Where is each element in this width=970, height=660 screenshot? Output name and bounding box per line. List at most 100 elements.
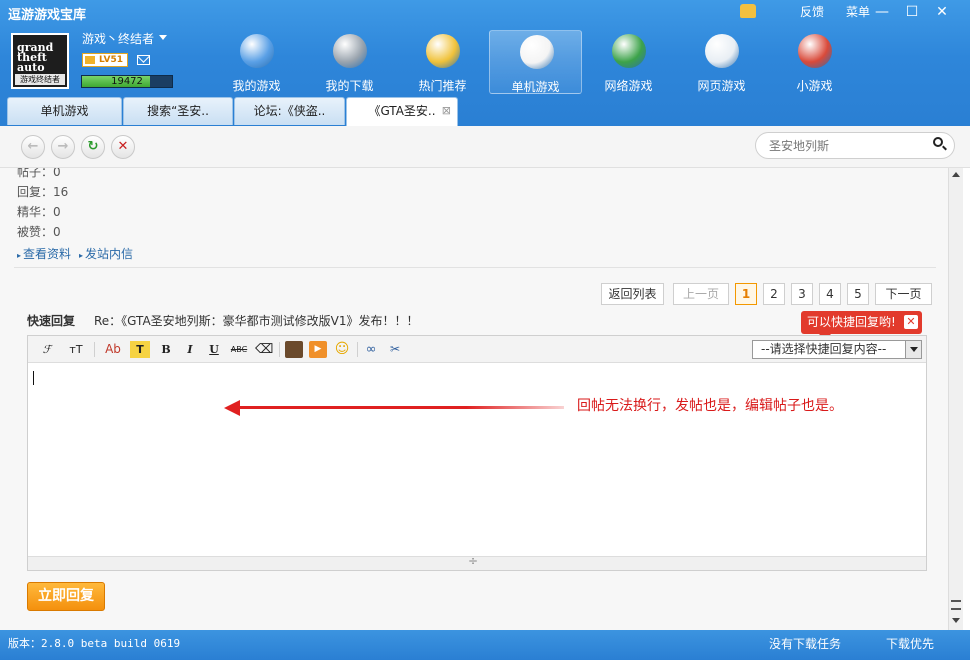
nav-item-label: 热门推荐 [418, 79, 467, 93]
nav-item-4[interactable]: 单机游戏 [489, 30, 582, 94]
link-icon[interactable]: ∞ [362, 341, 380, 358]
forward-icon[interactable]: → [51, 135, 75, 159]
background-color-button[interactable]: T [130, 341, 150, 358]
image-icon[interactable] [285, 341, 303, 358]
avatar[interactable]: grand theft auto 游戏终结者 [11, 33, 69, 89]
chevron-down-icon[interactable] [905, 341, 921, 358]
underline-button[interactable]: U [205, 341, 223, 358]
nav-item-label: 我的下载 [325, 79, 374, 93]
bold-button[interactable]: B [157, 341, 175, 358]
stop-icon[interactable]: ✕ [111, 135, 135, 159]
mail-icon[interactable] [137, 55, 150, 65]
tab-single-games[interactable]: 单机游戏 [7, 97, 122, 125]
stat-replies: 回复：16 [17, 185, 69, 199]
font-family-button[interactable]: ℱ [36, 341, 58, 358]
nav-item-label: 小游戏 [796, 79, 833, 93]
tab-label: 《GTA圣安.. [368, 104, 436, 118]
quick-reply-select[interactable]: --请选择快捷回复内容-- [752, 340, 922, 359]
divider [14, 267, 936, 268]
top-links: 反馈 菜单 [778, 3, 870, 20]
quick-reply-tip: 可以快捷回复哟! ✕ [801, 311, 922, 340]
video-icon[interactable]: ▶ [309, 341, 327, 358]
refresh-icon[interactable]: ↻ [81, 135, 105, 159]
feedback-link[interactable]: 反馈 [800, 3, 824, 20]
browser-toolbar: ← → ↻ ✕ [0, 126, 970, 168]
toolbar-separator [94, 342, 95, 357]
nav-item-label: 网络游戏 [604, 79, 653, 93]
tip-close-icon[interactable]: ✕ [904, 315, 918, 329]
unlink-icon[interactable]: ✂ [386, 341, 404, 358]
back-icon[interactable]: ← [21, 135, 45, 159]
emoticon-icon[interactable]: ☺ [333, 341, 351, 358]
skin-shirt-icon[interactable] [740, 4, 756, 18]
app-title: 逗游游戏宝库 [8, 8, 87, 23]
exp-value: 19472 [111, 76, 143, 87]
user-name[interactable]: 游戏丶终结者 [82, 30, 154, 47]
editor-toolbar: ℱ тT Ab T B I U ABC ⌫ ▶ ☺ ∞ ✂ --请选择快捷回复内… [28, 336, 926, 363]
toolbar-separator [357, 342, 358, 357]
download-priority-link[interactable]: 下载优先 [886, 630, 934, 658]
nav-item-5[interactable]: 网络游戏 [582, 30, 675, 94]
reply-textarea[interactable] [28, 363, 926, 556]
tab-search[interactable]: 搜索“圣安.. [123, 97, 233, 125]
annotation-arrow [238, 406, 564, 409]
search-icon[interactable] [933, 137, 943, 147]
download-tasks-link[interactable]: 没有下载任务 [769, 630, 841, 658]
nav-item-7[interactable]: 小游戏 [768, 30, 861, 94]
scroll-up-icon[interactable] [952, 172, 960, 177]
nav-item-3[interactable]: 热门推荐 [396, 30, 489, 94]
page-4[interactable]: 4 [819, 283, 841, 305]
next-page-button[interactable]: 下一页 [875, 283, 932, 305]
search-input[interactable] [755, 132, 955, 159]
chevron-down-icon[interactable] [159, 35, 167, 40]
page-5[interactable]: 5 [847, 283, 869, 305]
page-2[interactable]: 2 [763, 283, 785, 305]
quick-reply-label: 快速回复 [27, 314, 76, 328]
tab-label: 单机游戏 [40, 104, 89, 118]
tab-label: 搜索“圣安.. [147, 104, 209, 118]
scroll-thumb[interactable] [951, 600, 961, 610]
view-profile-link[interactable]: 查看资料 [17, 247, 71, 261]
nav-item-1[interactable]: 我的游戏 [210, 30, 303, 94]
quick-reply-select-value: --请选择快捷回复内容-- [761, 342, 887, 356]
reply-title: Re：《GTA圣安地列斯：豪华都市测试修改版V1》发布！！！ [94, 314, 419, 328]
eraser-icon[interactable]: ⌫ [255, 341, 273, 358]
close-button[interactable]: ✕ [928, 2, 956, 22]
font-color-button[interactable]: Ab [102, 341, 124, 358]
stat-likes: 被赞：0 [17, 225, 61, 239]
nav-item-label: 单机游戏 [511, 80, 560, 94]
scroll-down-icon[interactable] [952, 618, 960, 623]
nav-item-6[interactable]: 网页游戏 [675, 30, 768, 94]
submit-reply-button[interactable]: 立即回复 [27, 582, 105, 611]
nav-item-2[interactable]: 我的下载 [303, 30, 396, 94]
font-size-button[interactable]: тT [64, 341, 88, 358]
maximize-button[interactable]: ☐ [898, 2, 926, 22]
back-to-list-button[interactable]: 返回列表 [601, 283, 664, 305]
person-icon [240, 34, 274, 68]
profile-links: 查看资料发站内信 [17, 245, 141, 262]
tab-bar: 单机游戏 搜索“圣安.. 论坛:《侠盗.. 《GTA圣安.. ⊠ [7, 97, 459, 126]
stat-elite: 精华：0 [17, 205, 61, 219]
editor-resize-handle[interactable] [28, 554, 926, 570]
send-message-link[interactable]: 发站内信 [79, 247, 133, 261]
minimize-button[interactable]: — [868, 2, 896, 22]
strikethrough-button[interactable]: ABC [228, 341, 250, 358]
page-3[interactable]: 3 [791, 283, 813, 305]
tab-label: 论坛:《侠盗.. [253, 104, 326, 118]
tab-forum[interactable]: 论坛:《侠盗.. [234, 97, 345, 125]
page-content: 帖子：0 回复：16 精华：0 被赞：0 查看资料发站内信 返回列表 上一页 1… [0, 168, 948, 630]
menu-link[interactable]: 菜单 [846, 3, 870, 20]
status-bar: 版本：2.8.0 beta build 0619 没有下载任务 下载优先 [0, 630, 970, 660]
nav-item-label: 网页游戏 [697, 79, 746, 93]
reply-editor: ℱ тT Ab T B I U ABC ⌫ ▶ ☺ ∞ ✂ --请选择快捷回复内… [27, 335, 927, 571]
italic-button[interactable]: I [181, 341, 199, 358]
level-badge: LV51 [82, 53, 128, 67]
tip-text: 可以快捷回复哟! [807, 315, 896, 329]
tab-close-icon[interactable]: ⊠ [442, 98, 451, 124]
vertical-scrollbar[interactable] [948, 168, 963, 630]
tab-thread[interactable]: 《GTA圣安.. ⊠ [346, 97, 458, 126]
page-1[interactable]: 1 [735, 283, 757, 305]
disc-plus-icon [426, 34, 460, 68]
prev-page-button[interactable]: 上一页 [673, 283, 729, 305]
version-text: 版本：2.8.0 beta build 0619 [8, 637, 181, 650]
